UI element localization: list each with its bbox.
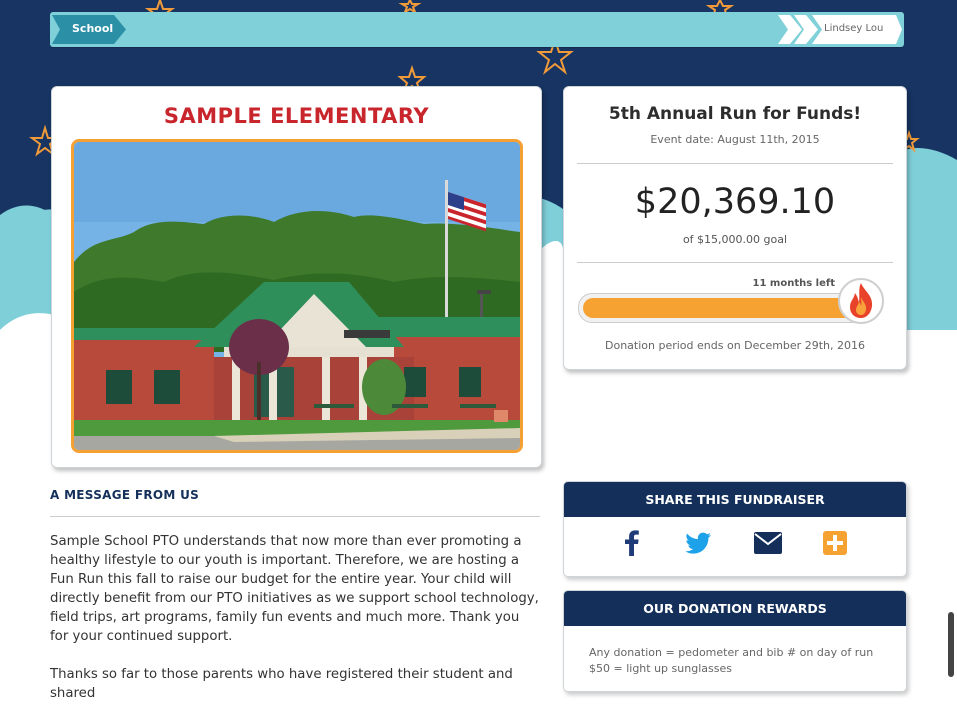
message-paragraph: Thanks so far to those parents who have … xyxy=(50,667,513,701)
email-icon[interactable] xyxy=(753,528,783,558)
flame-icon xyxy=(837,277,885,325)
progress-fill xyxy=(583,298,865,318)
scrollbar[interactable] xyxy=(948,612,954,677)
event-date: Event date: August 11th, 2015 xyxy=(650,133,820,146)
share-panel: SHARE THIS FUNDRAISER xyxy=(563,481,907,577)
facebook-icon[interactable] xyxy=(617,528,647,558)
message-paragraph: Sample School PTO understands that now m… xyxy=(50,534,539,644)
time-left: 11 months left xyxy=(752,278,835,289)
more-share-icon[interactable] xyxy=(820,528,850,558)
breadcrumb-user[interactable]: Lindsey Lou xyxy=(778,15,902,44)
school-photo xyxy=(71,139,523,453)
reward-item: $50 = light up sunglasses xyxy=(589,662,732,675)
amount-raised: $20,369.10 xyxy=(634,182,836,222)
breadcrumb-school-label: School xyxy=(72,22,114,35)
goal-amount: of $15,000.00 goal xyxy=(682,233,788,246)
share-buttons xyxy=(564,528,906,558)
school-name: SAMPLE ELEMENTARY xyxy=(163,104,430,128)
rewards-list: Any donation = pedometer and bib # on da… xyxy=(589,645,873,677)
reward-item: Any donation = pedometer and bib # on da… xyxy=(589,646,874,659)
breadcrumb: School Lindsey Lou xyxy=(50,12,904,47)
twitter-icon[interactable] xyxy=(684,528,714,558)
progress-bar xyxy=(578,293,870,323)
share-heading: SHARE THIS FUNDRAISER xyxy=(564,482,906,517)
message-body: Sample School PTO understands that now m… xyxy=(50,532,540,722)
fundraiser-title: 5th Annual Run for Funds! xyxy=(608,104,862,124)
breadcrumb-school[interactable]: School xyxy=(52,15,126,44)
fundraiser-card: 5th Annual Run for Funds! Event date: Au… xyxy=(563,86,907,370)
donation-period: Donation period ends on December 29th, 2… xyxy=(605,339,865,352)
divider xyxy=(50,516,540,517)
divider xyxy=(577,163,893,164)
divider xyxy=(577,262,893,263)
school-card: SAMPLE ELEMENTARY xyxy=(51,86,542,468)
rewards-heading: OUR DONATION REWARDS xyxy=(564,591,906,626)
message-heading: A MESSAGE FROM US xyxy=(50,488,200,502)
breadcrumb-user-label: Lindsey Lou xyxy=(824,23,884,34)
